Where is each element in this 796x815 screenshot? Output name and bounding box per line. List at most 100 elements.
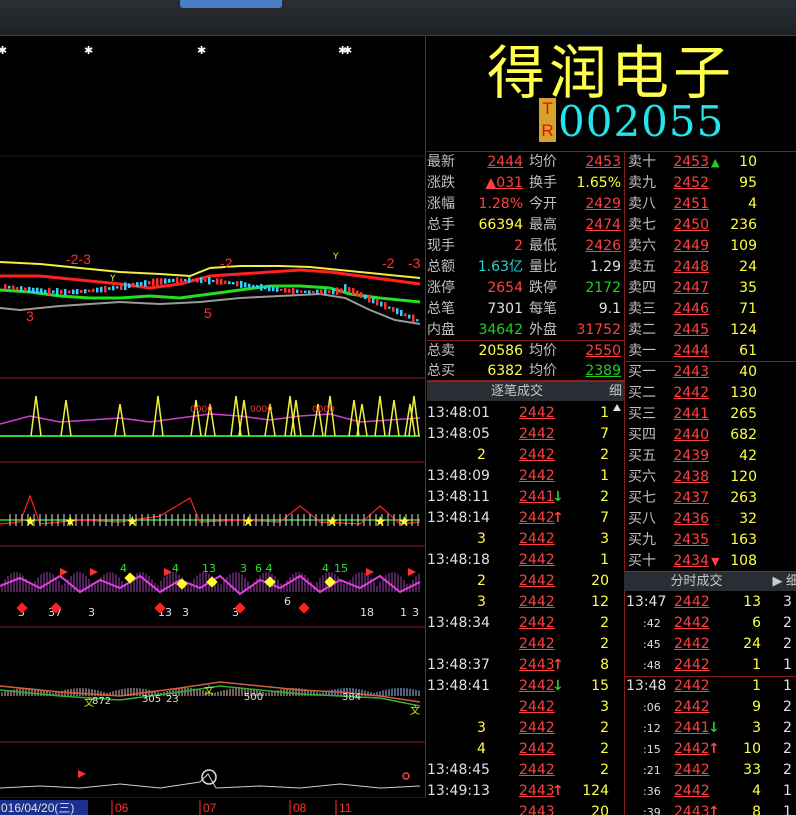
minute-count: 2 xyxy=(783,762,792,778)
minute-price[interactable]: 2442 xyxy=(674,592,710,613)
trade-price[interactable]: 2442 xyxy=(519,424,555,445)
minute-price[interactable]: 2442 xyxy=(674,781,710,802)
trade-price[interactable]: 2442 xyxy=(519,508,555,529)
quote-label: 均价 xyxy=(529,154,557,170)
svg-text:384: 384 xyxy=(342,692,361,703)
star-icon: ★ xyxy=(242,514,255,530)
minute-time: :15 xyxy=(643,743,661,756)
candle xyxy=(204,279,207,282)
trade-price[interactable]: 2442 xyxy=(519,718,555,739)
orderbook-price[interactable]: 2453 xyxy=(667,152,709,173)
candle xyxy=(68,290,71,294)
orderbook-price[interactable]: 2440 xyxy=(667,425,709,446)
tr-badge-r: R xyxy=(541,121,554,140)
pane2-spike xyxy=(238,399,250,437)
kline-chart-pane[interactable]: ✱ ✱ ✱ ✱ ✱ -2-3 -2 -2 -3 3 5 YY 0000 0000 0000 … xyxy=(0,36,426,815)
minute-header[interactable]: 分时成交 xyxy=(624,571,769,591)
pane2-spike xyxy=(60,399,72,437)
trade-price[interactable]: 2443 xyxy=(519,655,555,676)
trade-price[interactable]: 2442 xyxy=(519,550,555,571)
orderbook-price[interactable]: 2435 xyxy=(667,530,709,551)
trade-price[interactable]: 2442 xyxy=(519,592,555,613)
minute-price[interactable]: 2442 xyxy=(674,613,710,634)
trade-price[interactable]: 2442 xyxy=(519,697,555,718)
trade-price[interactable]: 2442 xyxy=(519,739,555,760)
orderbook-price[interactable]: 2436 xyxy=(667,509,709,530)
trade-price[interactable]: 2442 xyxy=(519,571,555,592)
trade-volume: 2 xyxy=(600,636,609,652)
orderbook-price[interactable]: 2434 xyxy=(667,551,709,572)
minute-price[interactable]: 2442 xyxy=(674,655,710,676)
quote-value: 2444 xyxy=(487,154,523,170)
candle xyxy=(84,289,87,294)
orderbook-price[interactable]: 2446 xyxy=(667,299,709,320)
svg-text:18: 18 xyxy=(360,606,374,619)
minute-price[interactable]: 2441 xyxy=(674,718,710,739)
candle xyxy=(400,309,403,317)
orderbook-price[interactable]: 2442 xyxy=(667,383,709,404)
candle xyxy=(348,287,351,293)
orderbook-price[interactable]: 2441 xyxy=(667,404,709,425)
minute-expand-button[interactable]: ▶ xyxy=(769,571,786,591)
trades-header[interactable]: 逐笔成交 xyxy=(427,381,607,401)
trade-price[interactable]: 2442 xyxy=(519,403,555,424)
minute-price[interactable]: 2442 xyxy=(674,739,710,760)
candle xyxy=(296,289,299,294)
minute-price[interactable]: 2442 xyxy=(674,676,710,697)
scroll-up-icon[interactable] xyxy=(613,404,621,411)
minute-volume: 8 xyxy=(752,804,761,815)
candle xyxy=(412,314,415,323)
minute-tab[interactable]: 细 xyxy=(786,571,796,591)
trade-price[interactable]: 2442 xyxy=(519,634,555,655)
svg-text:4: 4 xyxy=(172,562,179,575)
trade-volume: 124 xyxy=(582,783,609,799)
svg-text:3: 3 xyxy=(240,562,247,575)
trade-price[interactable]: 2442 xyxy=(519,529,555,550)
orderbook-label: 卖十 xyxy=(628,154,656,170)
orderbook-price[interactable]: 2451 xyxy=(667,194,709,215)
minute-price[interactable]: 2442 xyxy=(674,697,710,718)
toolbar-button[interactable] xyxy=(180,0,282,8)
minute-price[interactable]: 2442 xyxy=(674,760,710,781)
top-markers: ✱ ✱ ✱ ✱✱ xyxy=(0,44,352,57)
orderbook-price[interactable]: 2443 xyxy=(667,362,709,383)
candle xyxy=(240,280,243,288)
orderbook-price[interactable]: 2445 xyxy=(667,320,709,341)
diamond-marker xyxy=(298,602,310,614)
orderbook-price[interactable]: 2439 xyxy=(667,446,709,467)
kline-chart-svg[interactable]: ✱ ✱ ✱ ✱✱ -2-3 -2 -2 -3 3 5 YY 0000 0000 0000 … xyxy=(0,36,426,815)
orderbook-price[interactable]: 2448 xyxy=(667,257,709,278)
minute-volume: 1 xyxy=(752,657,761,673)
minute-price[interactable]: 2443 xyxy=(674,802,710,815)
trade-price[interactable]: 2443 xyxy=(519,802,555,815)
trade-price[interactable]: 2442 xyxy=(519,445,555,466)
orderbook-volume: 120 xyxy=(730,469,757,485)
candle xyxy=(12,285,15,291)
trade-price[interactable]: 2443 xyxy=(519,781,555,802)
trade-time: 13:48:05 xyxy=(427,426,490,442)
minute-header-title: 分时成交 xyxy=(670,574,723,589)
orderbook-price[interactable]: 2437 xyxy=(667,488,709,509)
quote-panel: 得润电子 T R 002055 最新 2444 涨跌 ▲031 涨幅 1.28% 总手 663… xyxy=(427,36,796,815)
trade-price[interactable]: 2442 xyxy=(519,760,555,781)
orderbook-price[interactable]: 2449 xyxy=(667,236,709,257)
orderbook-price[interactable]: 2447 xyxy=(667,278,709,299)
trades-tab[interactable]: 细 xyxy=(607,381,624,401)
orderbook-price[interactable]: 2452 xyxy=(667,173,709,194)
trade-price[interactable]: 2442 xyxy=(519,466,555,487)
trade-price[interactable]: 2442 xyxy=(519,676,555,697)
quote-label: 最高 xyxy=(529,217,557,233)
orderbook-price[interactable]: 2450 xyxy=(667,215,709,236)
minute-tab-label: 细 xyxy=(786,574,796,589)
minute-price[interactable]: 2442 xyxy=(674,634,710,655)
candle xyxy=(44,289,47,293)
candle xyxy=(136,282,139,287)
candle xyxy=(128,283,131,288)
candle xyxy=(188,277,191,283)
orderbook-price[interactable]: 2444 xyxy=(667,341,709,362)
minute-count: 2 xyxy=(783,741,792,757)
trade-volume: 12 xyxy=(591,594,609,610)
trade-price[interactable]: 2442 xyxy=(519,613,555,634)
trade-price[interactable]: 2441 xyxy=(519,487,555,508)
orderbook-price[interactable]: 2438 xyxy=(667,467,709,488)
